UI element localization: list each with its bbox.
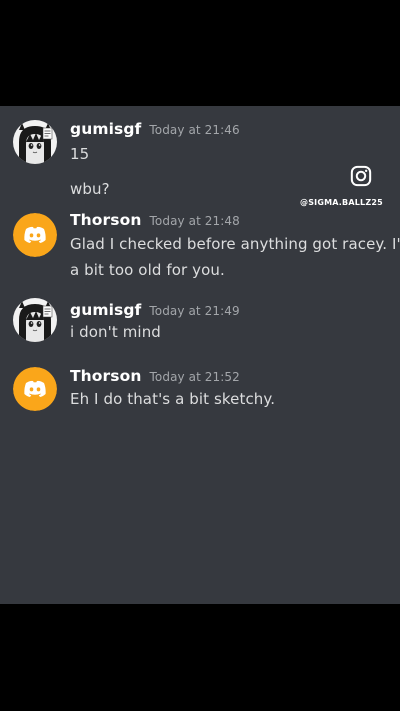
message-author[interactable]: gumisgf Today at 21:49 [70, 301, 240, 319]
discord-default-avatar-icon [13, 213, 57, 257]
username[interactable]: gumisgf [70, 301, 141, 319]
avatar[interactable] [13, 120, 57, 164]
message-text: a bit too old for you. [70, 261, 225, 279]
chat-panel: @SIGMA.BALLZ25 gumisgf Today at 21:46 15 [0, 106, 400, 604]
avatar[interactable] [13, 213, 57, 257]
message-text: i don't mind [70, 323, 161, 341]
message-text: wbu? [70, 180, 110, 198]
timestamp: Today at 21:46 [149, 123, 240, 137]
timestamp: Today at 21:52 [149, 370, 240, 384]
timestamp: Today at 21:48 [149, 214, 240, 228]
message-text: 15 [70, 145, 90, 163]
message-text: Glad I checked before anything got racey… [70, 235, 400, 253]
avatar[interactable] [13, 298, 57, 342]
message-author[interactable]: Thorson Today at 21:52 [70, 367, 240, 385]
username[interactable]: Thorson [70, 211, 142, 229]
message-text: Eh I do that's a bit sketchy. [70, 390, 276, 408]
anime-girl-avatar-icon [13, 298, 57, 342]
instagram-icon [350, 165, 372, 187]
discord-default-avatar-icon [13, 367, 57, 411]
username[interactable]: Thorson [70, 367, 142, 385]
watermark-handle: @SIGMA.BALLZ25 [300, 198, 383, 207]
timestamp: Today at 21:49 [149, 304, 240, 318]
message-author[interactable]: Thorson Today at 21:48 [70, 211, 240, 229]
message-author[interactable]: gumisgf Today at 21:46 [70, 120, 240, 138]
avatar[interactable] [13, 367, 57, 411]
username[interactable]: gumisgf [70, 120, 141, 138]
anime-girl-avatar-icon [13, 120, 57, 164]
